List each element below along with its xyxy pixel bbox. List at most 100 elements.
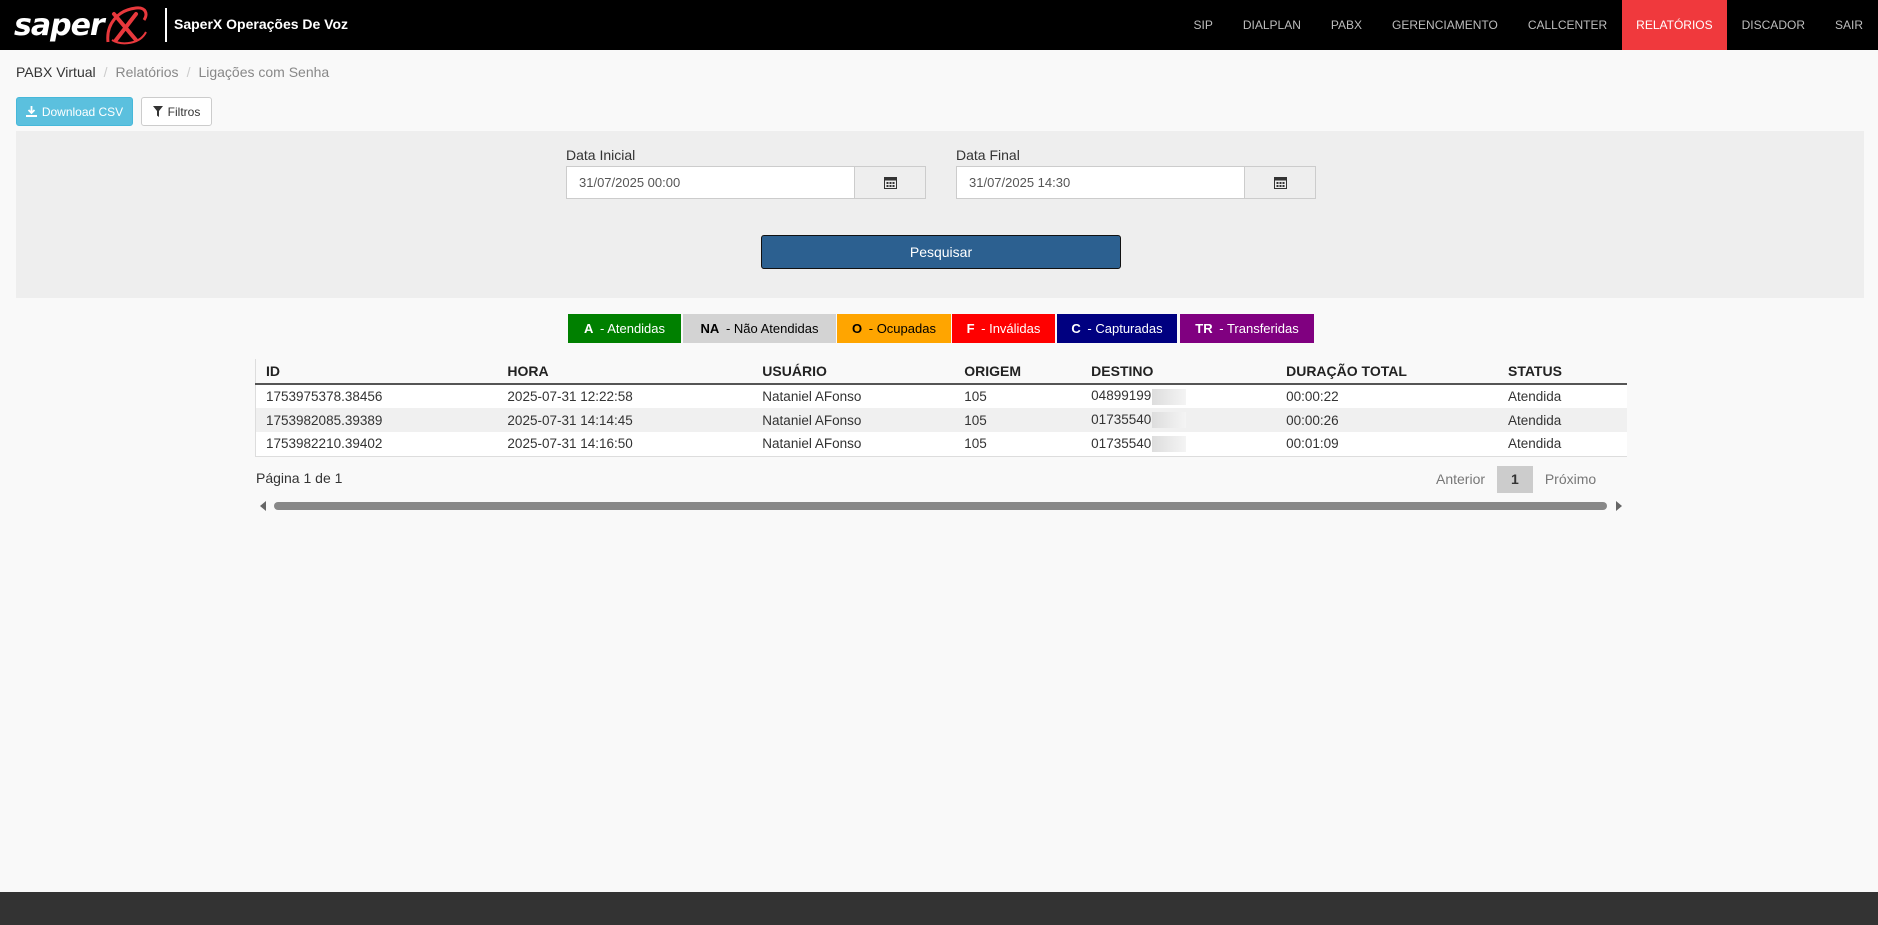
scroll-right-arrow-icon[interactable] — [1616, 501, 1622, 511]
breadcrumb-separator: / — [186, 64, 191, 80]
redacted-digits — [1152, 435, 1187, 452]
search-button[interactable]: Pesquisar — [761, 235, 1121, 269]
table-cell: 00:01:09 — [1276, 432, 1498, 456]
legend-text: - Atendidas — [596, 321, 666, 336]
brand[interactable]: saper — [14, 4, 148, 46]
cell-text: 00:01:09 — [1286, 436, 1339, 452]
cell-text: 105 — [964, 389, 987, 404]
brand-divider — [165, 8, 167, 42]
nav-item-7[interactable]: SAIR — [1820, 0, 1878, 50]
breadcrumb: PABX Virtual / Relatórios / Ligações com… — [16, 64, 329, 80]
legend-text: - Capturadas — [1083, 321, 1163, 336]
pagination-current[interactable]: 1 — [1497, 466, 1533, 493]
brand-title: SaperX Operações De Voz — [174, 16, 349, 32]
column-header[interactable]: HORA — [497, 359, 753, 385]
table-cell: Nataniel AFonso — [752, 408, 955, 432]
table-body: 1753975378.38456 2025-07-31 12:22:58 Natan… — [255, 384, 1627, 456]
start-date-calendar-button[interactable] — [854, 166, 926, 199]
pagination-prev[interactable]: Anterior — [1424, 466, 1497, 493]
cell-text: 01735540 — [1091, 411, 1152, 427]
legend-code: F — [966, 321, 975, 336]
legend-code: O — [852, 321, 863, 336]
column-header[interactable]: DESTINO — [1081, 359, 1277, 385]
cell-text: Nataniel AFonso — [762, 436, 862, 452]
cell-text: 2025-07-31 14:16:50 — [507, 436, 633, 452]
filters-button[interactable]: Filtros — [141, 97, 212, 126]
main-nav: SIP DIALPLAN PABX GERENCIAMENTO CALLCENTER RE… — [1179, 0, 1878, 50]
table-row[interactable]: 1753982085.39389 2025-07-31 14:14:45 Natan… — [255, 408, 1627, 432]
logo-text: saper — [14, 8, 105, 43]
column-header[interactable]: ID — [255, 359, 498, 385]
end-date-input[interactable]: 31/07/2025 14:30 — [956, 166, 1244, 199]
legend-item-2: O - Ocupadas — [837, 314, 951, 343]
table-cell: 00:00:26 — [1276, 408, 1498, 432]
download-csv-button[interactable]: Download CSV — [16, 97, 133, 126]
cell-text: 04899199 — [1091, 388, 1152, 404]
nav-item-3[interactable]: GERENCIAMENTO — [1377, 0, 1513, 50]
filter-panel — [16, 131, 1864, 298]
pagination-next[interactable]: Próximo — [1533, 466, 1608, 493]
table-cell: 1753982085.39389 — [255, 408, 498, 432]
cell-text: 2025-07-31 12:22:58 — [507, 389, 633, 404]
nav-item-6[interactable]: DISCADOR — [1727, 0, 1820, 50]
cell-text: Atendida — [1508, 412, 1562, 428]
column-header[interactable]: USUÁRIO — [752, 359, 955, 385]
start-date-input[interactable]: 31/07/2025 00:00 — [566, 166, 854, 199]
cell-text: 1753982210.39402 — [266, 436, 383, 452]
calls-table: ID HORA USUÁRIO ORIGEM DESTINO DURAÇÃO TOTAL S… — [255, 359, 1627, 457]
pagination: Anterior 1 Próximo — [1424, 466, 1608, 493]
horizontal-scrollbar[interactable] — [258, 498, 1624, 512]
scrollbar-thumb[interactable] — [274, 502, 1607, 510]
table-cell: 2025-07-31 14:14:45 — [497, 408, 753, 432]
nav-item-2[interactable]: PABX — [1316, 0, 1377, 50]
redacted-digits — [1152, 412, 1187, 429]
table-cell: Nataniel AFonso — [752, 384, 955, 408]
column-header[interactable]: STATUS — [1498, 359, 1627, 385]
table-cell: 04899199 — [1081, 384, 1277, 408]
start-date-label: Data Inicial — [566, 147, 636, 163]
cell-text: 105 — [964, 412, 987, 428]
filters-label: Filtros — [167, 104, 201, 119]
table-cell: 1753975378.38456 — [255, 384, 498, 408]
legend-text: - Não Atendidas — [722, 321, 819, 336]
redacted-digits — [1152, 388, 1187, 405]
legend-text: - Inválidas — [977, 321, 1041, 336]
table-header-row: ID HORA USUÁRIO ORIGEM DESTINO DURAÇÃO TOTAL S… — [255, 359, 1627, 385]
cell-text: 105 — [964, 436, 987, 452]
table-row[interactable]: 1753975378.38456 2025-07-31 12:22:58 Natan… — [255, 384, 1627, 408]
legend-item-4: C - Capturadas — [1057, 314, 1177, 343]
cell-text: 1753982085.39389 — [266, 412, 383, 428]
legend-code: NA — [700, 321, 720, 336]
legend-item-3: F - Inválidas — [952, 314, 1055, 343]
calls-table-wrapper: ID HORA USUÁRIO ORIGEM DESTINO DURAÇÃO TOTAL S… — [255, 359, 1627, 457]
nav-item-4[interactable]: CALLCENTER — [1513, 0, 1622, 50]
download-icon — [25, 106, 37, 117]
breadcrumb-relatorios[interactable]: Relatórios — [116, 64, 179, 80]
legend-code: C — [1071, 321, 1081, 336]
legend-item-0: A - Atendidas — [568, 314, 681, 343]
table-cell: 2025-07-31 12:22:58 — [497, 384, 753, 408]
nav-item-1[interactable]: DIALPLAN — [1228, 0, 1316, 50]
table-cell: 105 — [954, 384, 1082, 408]
table-cell: Nataniel AFonso — [752, 432, 955, 456]
cell-text: 1753975378.38456 — [266, 389, 383, 404]
cell-text: Atendida — [1508, 436, 1562, 452]
nav-item-0[interactable]: SIP — [1179, 0, 1228, 50]
scroll-left-arrow-icon[interactable] — [260, 501, 266, 511]
saperx-logo: saper — [14, 4, 148, 46]
nav-item-5[interactable]: RELATÓRIOS — [1622, 0, 1727, 50]
cell-text: Atendida — [1508, 389, 1562, 404]
end-date-calendar-button[interactable] — [1244, 166, 1316, 199]
cell-text: 2025-07-31 14:14:45 — [507, 412, 633, 428]
table-cell: 01735540 — [1081, 432, 1277, 456]
table-cell: 01735540 — [1081, 408, 1277, 432]
column-header[interactable]: DURAÇÃO TOTAL — [1276, 359, 1498, 385]
page-info: Página 1 de 1 — [256, 470, 343, 486]
cell-text: 00:00:22 — [1286, 389, 1339, 404]
table-cell: 1753982210.39402 — [255, 432, 498, 456]
cell-text: Nataniel AFonso — [762, 389, 862, 404]
table-row[interactable]: 1753982210.39402 2025-07-31 14:16:50 Natan… — [255, 432, 1627, 456]
filter-icon — [152, 106, 163, 117]
column-header[interactable]: ORIGEM — [954, 359, 1082, 385]
breadcrumb-pabx-virtual[interactable]: PABX Virtual — [16, 64, 96, 80]
